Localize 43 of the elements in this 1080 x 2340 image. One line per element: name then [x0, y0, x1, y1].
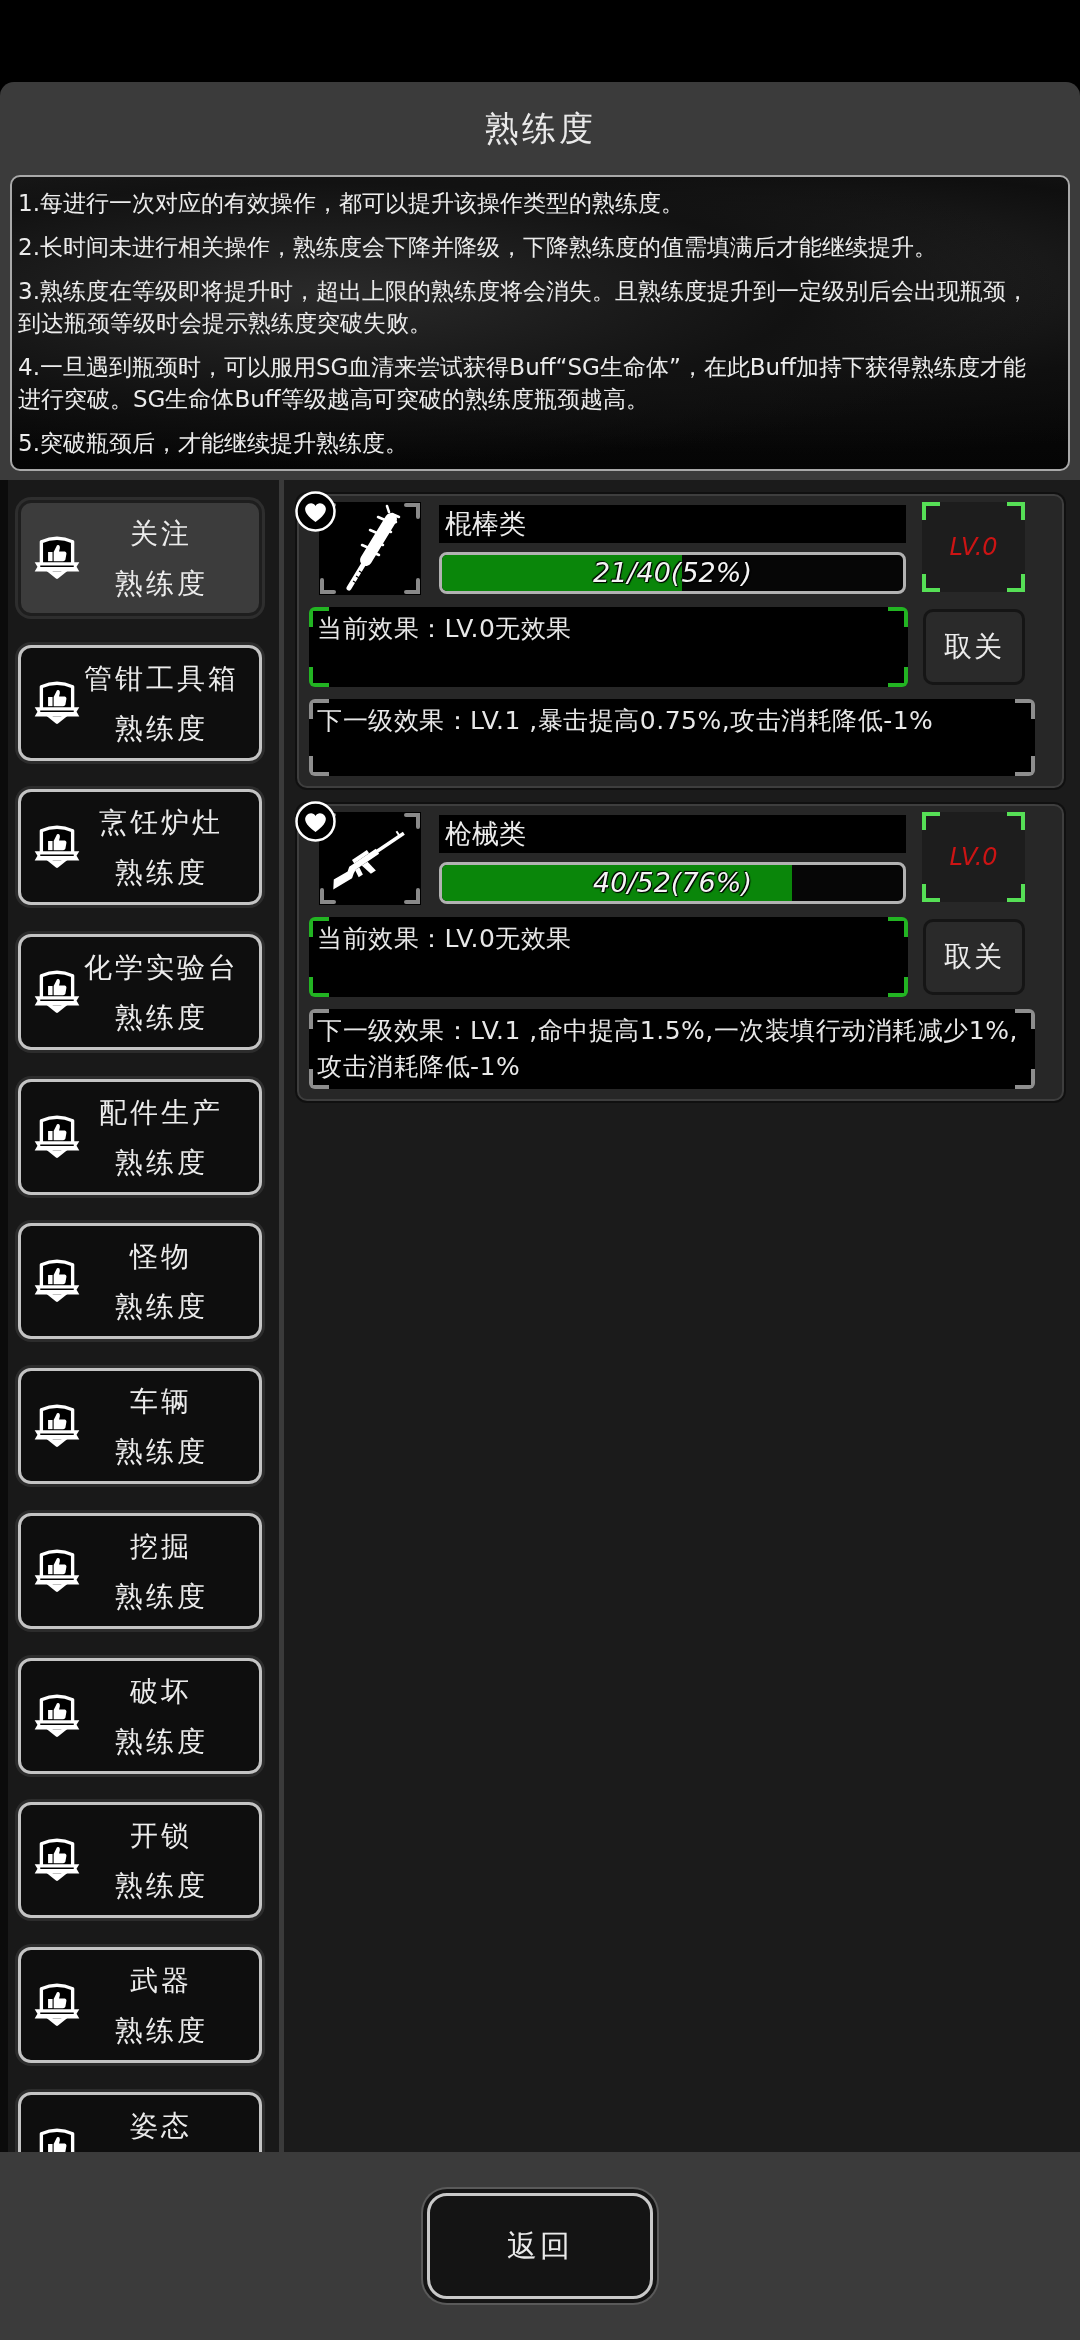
window-title: 熟练度	[484, 106, 596, 150]
shield-thumbs-up-icon	[33, 1114, 81, 1159]
unfollow-button[interactable]: 取关	[923, 609, 1025, 685]
current-effect-text: 当前效果：LV.0无效果	[309, 917, 908, 997]
shield-thumbs-up-icon	[33, 1548, 81, 1593]
sidebar-tab[interactable]: 烹饪炉灶 熟练度	[18, 789, 262, 906]
level-badge: LV.0	[922, 502, 1025, 592]
shield-thumbs-up-icon	[33, 970, 81, 1015]
sidebar-tab[interactable]: 怪物 熟练度	[18, 1223, 262, 1340]
current-effect-text: 当前效果：LV.0无效果	[309, 607, 908, 687]
sidebar-tab[interactable]: 配件生产 熟练度	[18, 1078, 262, 1195]
sidebar-tab[interactable]: 挖掘 熟练度	[18, 1512, 262, 1629]
shield-thumbs-up-icon	[33, 825, 81, 870]
shield-thumbs-up-icon	[33, 1259, 81, 1304]
rule-text: 1.每进行一次对应的有效操作，都可以提升该操作类型的熟练度。	[18, 189, 685, 218]
rule-text: 4.一旦遇到瓶颈时，可以服用SG血清来尝试获得Buff“SG生命体”，在此Buff加持下获得熟练度才能进行突破。SG生命体Buff等级越高可突破的熟练度瓶颈越高。	[18, 353, 1028, 414]
sidebar-tab[interactable]: 开锁 熟练度	[18, 1802, 262, 1919]
sidebar-tab[interactable]: 车辆 熟练度	[18, 1368, 262, 1485]
rule-text: 2.长时间未进行相关操作，熟练度会下降并降级，下降熟练度的值需填满后才能继续提升。	[18, 233, 938, 262]
progress-text: 21/40(52%)	[593, 556, 752, 590]
rifle-icon	[319, 812, 421, 905]
shield-thumbs-up-icon	[33, 1982, 81, 2027]
progress-text: 40/52(76%)	[593, 866, 752, 900]
sidebar-tab[interactable]: 姿态	[18, 2091, 262, 2152]
level-badge: LV.0	[922, 812, 1025, 902]
spiked-club-icon	[319, 502, 421, 595]
shield-thumbs-up-icon	[33, 680, 81, 725]
rule-text: 5.突破瓶颈后，才能继续提升熟练度。	[18, 429, 409, 458]
unfollow-button[interactable]: 取关	[923, 919, 1025, 995]
next-effect-text: 下一级效果：LV.1 ,命中提高1.5%,一次装填行动消耗减少1%,攻击消耗降低-1%	[309, 1009, 1035, 1089]
sidebar-tab[interactable]: 管钳工具箱 熟练度	[18, 644, 262, 761]
sidebar-tab[interactable]: 武器 熟练度	[18, 1946, 262, 2063]
rule-text: 3.熟练度在等级即将提升时，超出上限的熟练度将会消失。且熟练度提升到一定级别后会出现瓶颈，到达瓶颈等级时会提示熟练度突破失败。	[18, 277, 1030, 338]
shield-thumbs-up-icon	[33, 1693, 81, 1738]
item-name: 棍棒类	[439, 505, 906, 543]
sidebar-tab[interactable]: 化学实验台 熟练度	[18, 934, 262, 1051]
next-effect-text: 下一级效果：LV.1 ,暴击提高0.75%,攻击消耗降低-1%	[309, 699, 1035, 776]
shield-thumbs-up-icon	[33, 1838, 81, 1883]
shield-thumbs-up-icon	[33, 536, 81, 580]
sidebar-tab[interactable]: 破坏 熟练度	[18, 1657, 262, 1774]
sidebar-tab[interactable]: 关注 熟练度	[18, 500, 262, 616]
item-name: 枪械类	[439, 815, 906, 853]
shield-thumbs-up-icon	[33, 1404, 81, 1449]
